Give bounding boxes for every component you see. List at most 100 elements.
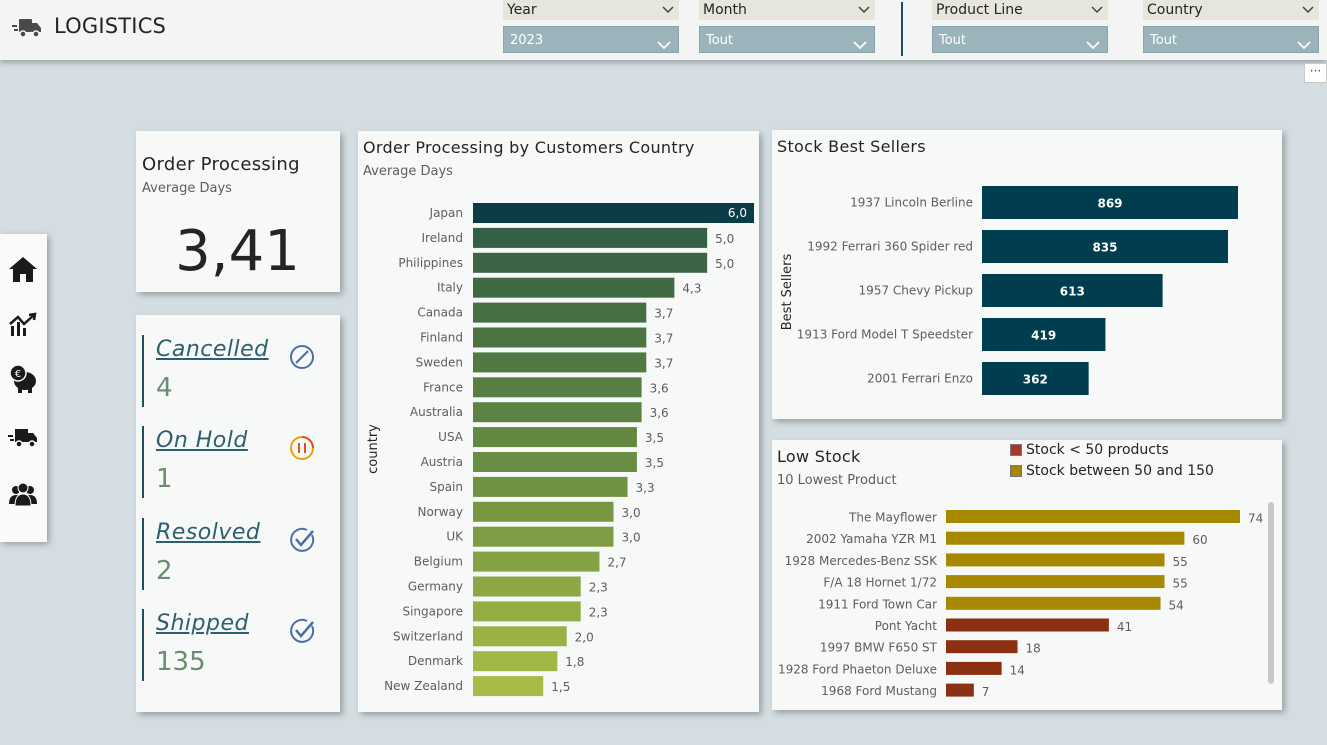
- data-label: 55: [1173, 577, 1188, 591]
- bar[interactable]: [473, 427, 637, 448]
- category-label: 1957 Chevy Pickup: [859, 284, 973, 298]
- slicer-header[interactable]: Product Line: [932, 0, 1108, 20]
- home-nav-button[interactable]: [6, 254, 40, 288]
- bar[interactable]: [473, 476, 628, 497]
- category-label: USA: [438, 430, 464, 444]
- chevron-down-icon: [661, 2, 675, 22]
- bar[interactable]: [473, 501, 614, 522]
- data-label: 869: [1097, 197, 1122, 211]
- bar[interactable]: [946, 553, 1165, 567]
- low-stock-card: Low Stock 10 Lowest Product Stock < 50 p…: [772, 440, 1282, 710]
- bar[interactable]: [473, 676, 544, 697]
- truck-icon: [12, 15, 42, 43]
- bar[interactable]: [946, 531, 1185, 545]
- bar[interactable]: [473, 277, 675, 298]
- status-label[interactable]: On Hold: [156, 428, 248, 453]
- country-dropdown[interactable]: Tout: [1143, 26, 1319, 53]
- data-label: 6,0: [728, 206, 747, 220]
- status-cancelled[interactable]: Cancelled 4: [142, 335, 332, 407]
- side-navigation: €: [0, 234, 47, 542]
- product-line-dropdown[interactable]: Tout: [932, 26, 1108, 53]
- category-label: 1928 Ford Phaeton Deluxe: [778, 662, 937, 676]
- finance-nav-button[interactable]: €: [6, 364, 40, 398]
- slicer-label: Year: [507, 2, 537, 18]
- bar[interactable]: [473, 327, 647, 348]
- data-label: 60: [1192, 533, 1207, 547]
- bar[interactable]: [473, 203, 754, 223]
- status-resolved[interactable]: Resolved 2: [142, 518, 332, 590]
- bar[interactable]: [946, 640, 1018, 654]
- bar[interactable]: [473, 452, 637, 472]
- bar[interactable]: [473, 352, 647, 373]
- order-processing-kpi-card: Order Processing Average Days 3,41: [136, 131, 340, 292]
- more-options-button[interactable]: ···: [1304, 63, 1327, 83]
- bar[interactable]: [473, 302, 647, 323]
- data-label: 55: [1173, 555, 1188, 569]
- category-label: Switzerland: [393, 629, 463, 643]
- data-label: 1,8: [565, 655, 584, 669]
- category-label: Denmark: [408, 654, 463, 668]
- month-dropdown[interactable]: Tout: [699, 26, 875, 53]
- slicer-header[interactable]: Month: [699, 0, 875, 20]
- bar[interactable]: [473, 252, 708, 273]
- scrollbar[interactable]: [1268, 502, 1274, 684]
- customers-icon: [8, 482, 38, 512]
- kpi-title: Order Processing: [142, 154, 300, 175]
- data-label: 5,0: [715, 257, 734, 271]
- slicer-header[interactable]: Country: [1143, 0, 1319, 20]
- category-label: France: [423, 380, 463, 394]
- status-label[interactable]: Cancelled: [156, 337, 269, 362]
- sales-chart-icon: [9, 312, 37, 342]
- data-label: 5,0: [715, 232, 734, 246]
- y-axis-label: country: [366, 424, 381, 474]
- slicer-header[interactable]: Year: [503, 0, 679, 20]
- status-count: 135: [156, 647, 206, 677]
- category-label: Germany: [408, 580, 463, 594]
- logistics-nav-button[interactable]: [6, 422, 40, 456]
- kpi-subtitle: Average Days: [142, 181, 232, 196]
- bar[interactable]: [473, 626, 567, 647]
- category-label: Austria: [421, 455, 463, 469]
- category-label: Pont Yacht: [875, 619, 938, 633]
- status-count: 2: [156, 556, 173, 586]
- data-label: 2,3: [589, 581, 608, 595]
- header-divider: [901, 2, 903, 56]
- bar[interactable]: [946, 683, 974, 697]
- check-icon: [288, 526, 316, 558]
- category-label: 1913 Ford Model T Speedster: [797, 328, 973, 342]
- year-dropdown[interactable]: 2023: [503, 26, 679, 53]
- bar[interactable]: [473, 402, 642, 423]
- category-label: Singapore: [402, 604, 463, 618]
- bar[interactable]: [946, 596, 1161, 610]
- bar[interactable]: [473, 651, 558, 672]
- category-label: F/A 18 Hornet 1/72: [823, 576, 937, 590]
- bar[interactable]: [473, 227, 708, 248]
- category-label: Canada: [417, 306, 463, 320]
- cancel-icon: [288, 343, 316, 375]
- data-label: 3,6: [650, 381, 669, 395]
- data-label: 1,5: [551, 680, 570, 694]
- bar[interactable]: [946, 575, 1165, 589]
- bar[interactable]: [473, 377, 642, 398]
- sales-nav-button[interactable]: [6, 310, 40, 344]
- chevron-down-icon: [1296, 34, 1312, 61]
- slicer-label: Product Line: [936, 2, 1023, 18]
- slicer-value: Tout: [1150, 33, 1178, 48]
- customers-nav-button[interactable]: [6, 480, 40, 514]
- bar[interactable]: [473, 601, 581, 622]
- status-on-hold[interactable]: On Hold 1: [142, 426, 332, 498]
- status-shipped[interactable]: Shipped 135: [142, 609, 332, 681]
- bar[interactable]: [473, 526, 614, 547]
- bar[interactable]: [473, 576, 581, 597]
- status-label[interactable]: Resolved: [156, 520, 260, 545]
- category-label: Japan: [429, 206, 463, 220]
- bar[interactable]: [473, 551, 600, 572]
- bar[interactable]: [946, 618, 1109, 632]
- data-label: 3,3: [636, 481, 655, 495]
- category-label: Sweden: [416, 355, 463, 369]
- category-label: 2001 Ferrari Enzo: [867, 372, 973, 386]
- bar[interactable]: [946, 661, 1002, 675]
- status-label[interactable]: Shipped: [156, 611, 249, 636]
- data-label: 3,5: [645, 431, 664, 445]
- bar[interactable]: [946, 510, 1240, 523]
